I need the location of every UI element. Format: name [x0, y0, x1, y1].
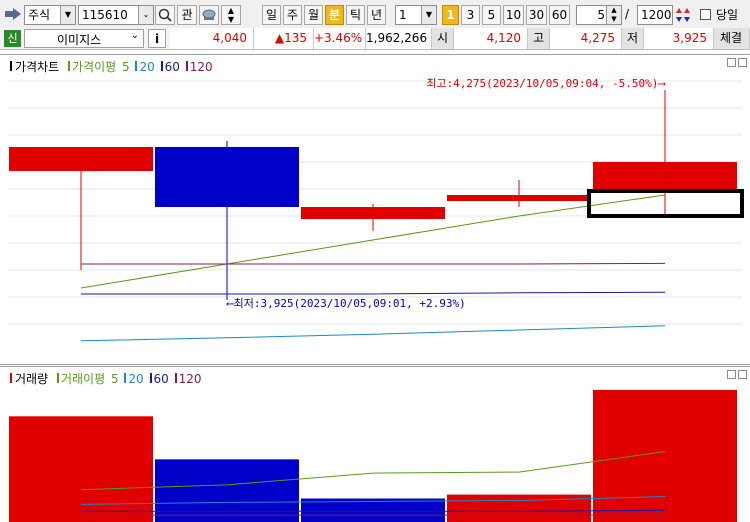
interval-10[interactable]: 10	[503, 5, 524, 25]
market-type-select[interactable]: 주식 ▼	[24, 5, 76, 25]
interval-5[interactable]: 5	[482, 5, 501, 25]
current-price: 4,040	[170, 28, 254, 49]
period-day[interactable]: 일	[262, 5, 281, 25]
volume-bar	[9, 416, 153, 522]
volume-bar	[155, 459, 299, 522]
candle-body	[447, 195, 591, 201]
stock-code-input[interactable]: 115610 ⌄	[78, 5, 154, 25]
high-value: 4,275	[550, 28, 622, 49]
period-week[interactable]: 주	[283, 5, 302, 25]
interval-value: 1	[399, 8, 407, 22]
ma-line-20	[80, 325, 666, 342]
quote-bar: 신 이미지스 ⌄ i 4,040 ▲135 +3.46% 1,962,266 시…	[0, 28, 750, 50]
interval-30[interactable]: 30	[526, 5, 547, 25]
today-label: 당일	[716, 8, 739, 22]
period-month[interactable]: 월	[304, 5, 323, 25]
chevron-down-icon[interactable]: ⌄	[138, 6, 153, 24]
interval-3[interactable]: 3	[461, 5, 480, 25]
chevron-down-icon[interactable]: ▼	[421, 6, 436, 24]
candle-body	[155, 147, 299, 207]
candle-body	[593, 162, 737, 192]
market-type-value: 주식	[28, 8, 51, 22]
interval-1[interactable]: 1	[442, 5, 459, 25]
volume-chart-panel[interactable]: 거래량 거래이평 5 20 60 120	[0, 366, 750, 522]
chart-toolbar: 주식 ▼ 115610 ⌄ 관 ▲ ▼ 일 주 월 분 틱 년 1 ▼ 1 3 5…	[0, 0, 750, 29]
total-count-input[interactable]: 1200	[637, 5, 673, 25]
search-button[interactable]	[155, 5, 175, 25]
chevron-down-icon[interactable]: ▼	[60, 6, 75, 24]
period-year[interactable]: 년	[367, 5, 386, 25]
min-price-label: ⟵최저:3,925(2023/10/05,09:01, +2.93%)	[226, 297, 466, 310]
chevron-down-icon[interactable]: ⌄	[131, 30, 139, 41]
selection-box	[587, 189, 744, 218]
layers-button[interactable]	[199, 5, 219, 25]
stock-name[interactable]: 이미지스 ⌄	[24, 29, 144, 48]
interval-select[interactable]: 1 ▼	[395, 5, 437, 25]
credit-badge: 신	[4, 30, 21, 47]
high-label: 고	[528, 28, 550, 49]
stock-name-label: 이미지스	[57, 33, 102, 47]
interval-60[interactable]: 60	[549, 5, 570, 25]
open-label: 시	[432, 28, 454, 49]
price-change: ▲135	[254, 28, 314, 49]
updown-stepper[interactable]: ▲ ▼	[221, 5, 241, 25]
spin-arrows-icon[interactable]: ▲ ▼	[606, 6, 621, 24]
volume-chart	[9, 389, 737, 522]
today-checkbox[interactable]	[700, 9, 711, 20]
total-count-value: 1200	[641, 8, 672, 22]
count-spinner[interactable]: 5 ▲ ▼	[576, 5, 622, 25]
ma-line-120	[81, 262, 666, 265]
low-value: 3,925	[644, 28, 714, 49]
layers-icon	[202, 9, 216, 20]
candle-body	[9, 147, 153, 171]
pin-icon[interactable]	[4, 7, 22, 21]
ma-line-60	[81, 291, 666, 295]
interest-button[interactable]: 관	[177, 5, 197, 25]
period-minute[interactable]: 분	[325, 5, 344, 25]
price-change-pct: +3.46%	[314, 28, 366, 49]
open-value: 4,120	[454, 28, 528, 49]
info-button[interactable]: i	[148, 29, 166, 48]
candle-body	[301, 207, 445, 219]
volume-bar	[593, 389, 737, 522]
low-label: 저	[622, 28, 644, 49]
adjust-icon[interactable]	[675, 6, 691, 24]
strength-label: 체결강	[714, 28, 750, 49]
search-icon	[158, 8, 172, 22]
volume-value: 1,962,266	[366, 28, 432, 49]
max-price-label: 최고:4,275(2023/10/05,09:04, -5.50%)⟶	[426, 77, 666, 90]
count-value: 5	[597, 8, 605, 22]
stock-code-value: 115610	[82, 8, 128, 22]
count-divider: /	[625, 7, 630, 21]
period-tick[interactable]: 틱	[346, 5, 365, 25]
